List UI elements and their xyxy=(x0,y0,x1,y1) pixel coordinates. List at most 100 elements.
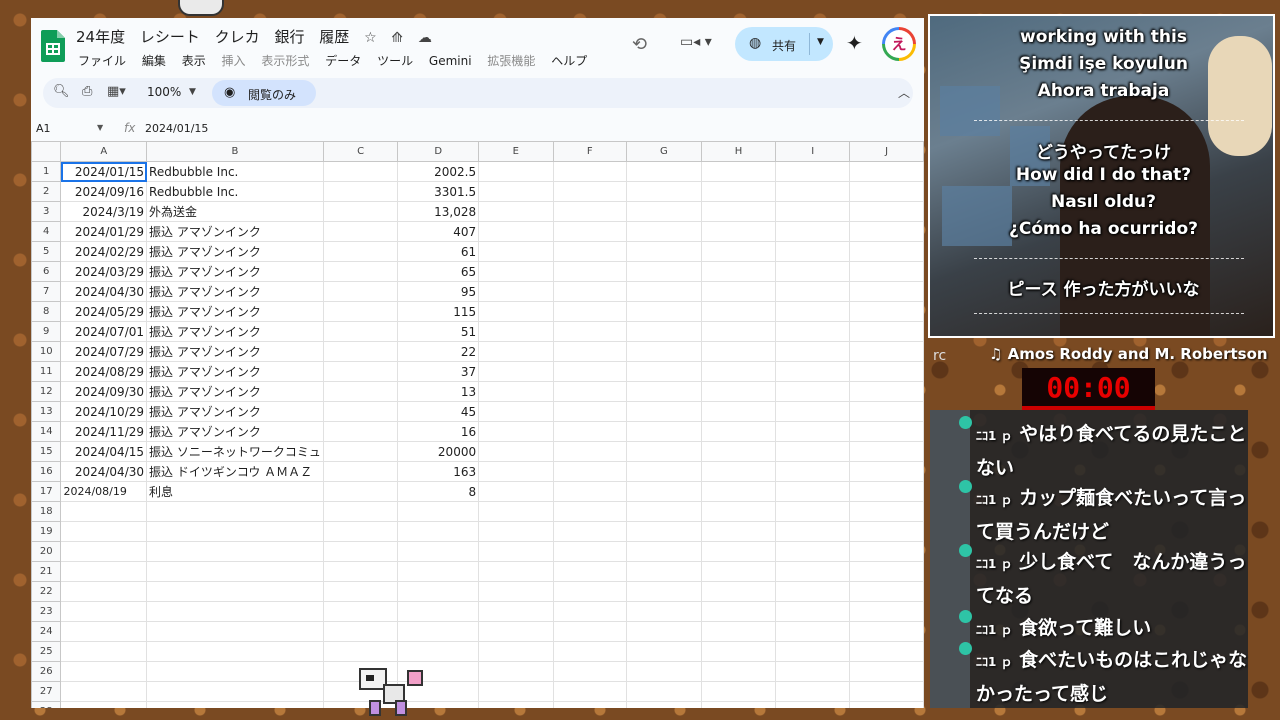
cell-empty[interactable] xyxy=(478,701,554,708)
cell-empty[interactable] xyxy=(552,501,628,522)
cell-empty[interactable] xyxy=(626,381,702,402)
cell-empty[interactable] xyxy=(700,241,777,262)
cell-empty[interactable] xyxy=(700,361,777,382)
row-header[interactable]: 3 xyxy=(31,201,62,222)
cell-empty[interactable] xyxy=(478,501,554,522)
column-header[interactable]: G xyxy=(626,141,702,162)
cell-d[interactable] xyxy=(397,641,480,662)
cell-c[interactable] xyxy=(322,181,399,202)
cell-d[interactable]: 37 xyxy=(397,361,480,382)
cell-empty[interactable] xyxy=(552,341,628,362)
cell-empty[interactable] xyxy=(700,261,777,282)
cell-a[interactable]: 2024/03/29 xyxy=(60,261,148,282)
cell-empty[interactable] xyxy=(849,701,924,708)
cell-a[interactable]: 2024/04/30 xyxy=(60,461,148,482)
cell-empty[interactable] xyxy=(552,161,628,182)
cell-c[interactable] xyxy=(322,241,399,262)
cell-empty[interactable] xyxy=(552,221,628,242)
cell-empty[interactable] xyxy=(478,281,554,302)
row-header[interactable]: 10 xyxy=(31,341,62,362)
title-tab-credit[interactable]: クレカ xyxy=(215,28,260,46)
cell-empty[interactable] xyxy=(700,221,777,242)
row-header[interactable]: 18 xyxy=(31,501,62,522)
menu-gemini[interactable]: Gemini xyxy=(429,54,472,68)
cell-b[interactable]: 振込 アマゾンインク xyxy=(146,261,324,282)
cell-d[interactable] xyxy=(397,561,480,582)
cell-empty[interactable] xyxy=(849,501,924,522)
cell-d[interactable]: 13 xyxy=(397,381,480,402)
cell-b[interactable]: 振込 アマゾンインク xyxy=(146,241,324,262)
cell-d[interactable] xyxy=(397,601,480,622)
cell-a[interactable]: 2024/10/29 xyxy=(60,401,148,422)
column-header[interactable]: A xyxy=(60,141,148,162)
cell-empty[interactable] xyxy=(849,261,924,282)
cell-empty[interactable] xyxy=(775,281,851,302)
cell-empty[interactable] xyxy=(626,701,702,708)
cell-a[interactable] xyxy=(60,501,148,522)
cell-empty[interactable] xyxy=(775,341,851,362)
cell-empty[interactable] xyxy=(700,301,777,322)
cell-empty[interactable] xyxy=(552,441,628,462)
cell-b[interactable]: 外為送金 xyxy=(146,201,324,222)
cell-empty[interactable] xyxy=(775,521,851,542)
sheets-logo-icon[interactable] xyxy=(41,30,65,62)
cell-empty[interactable] xyxy=(700,181,777,202)
cell-empty[interactable] xyxy=(700,541,777,562)
cell-empty[interactable] xyxy=(775,261,851,282)
cell-empty[interactable] xyxy=(849,421,924,442)
cell-empty[interactable] xyxy=(775,541,851,562)
cell-empty[interactable] xyxy=(700,401,777,422)
cell-empty[interactable] xyxy=(552,461,628,482)
row-header[interactable]: 23 xyxy=(31,601,62,622)
cell-empty[interactable] xyxy=(775,661,851,682)
cell-a[interactable]: 2024/07/29 xyxy=(60,341,148,362)
cell-empty[interactable] xyxy=(478,241,554,262)
cell-empty[interactable] xyxy=(775,621,851,642)
cell-empty[interactable] xyxy=(552,601,628,622)
cell-empty[interactable] xyxy=(849,401,924,422)
cell-c[interactable] xyxy=(322,641,399,662)
cell-empty[interactable] xyxy=(700,681,777,702)
cell-b[interactable] xyxy=(146,601,324,622)
cell-b[interactable] xyxy=(146,681,324,702)
cell-empty[interactable] xyxy=(775,161,851,182)
menu-format[interactable]: 表示形式 xyxy=(261,54,309,68)
cell-b[interactable] xyxy=(146,621,324,642)
cell-a[interactable]: 2024/04/30 xyxy=(60,281,148,302)
zoom-select[interactable]: 100% xyxy=(147,85,181,99)
cell-d[interactable]: 407 xyxy=(397,221,480,242)
cell-d[interactable]: 45 xyxy=(397,401,480,422)
cell-c[interactable] xyxy=(322,521,399,542)
cell-a[interactable]: 2024/3/19 xyxy=(60,201,148,222)
cell-empty[interactable] xyxy=(700,701,777,708)
cell-d[interactable]: 16 xyxy=(397,421,480,442)
cell-b[interactable]: 振込 アマゾンインク xyxy=(146,341,324,362)
cell-empty[interactable] xyxy=(626,181,702,202)
cell-empty[interactable] xyxy=(775,221,851,242)
row-header[interactable]: 19 xyxy=(31,521,62,542)
cell-empty[interactable] xyxy=(775,581,851,602)
cell-empty[interactable] xyxy=(700,641,777,662)
cell-empty[interactable] xyxy=(626,621,702,642)
row-header[interactable]: 15 xyxy=(31,441,62,462)
cell-b[interactable]: 振込 アマゾンインク xyxy=(146,361,324,382)
row-header[interactable]: 14 xyxy=(31,421,62,442)
cell-empty[interactable] xyxy=(775,321,851,342)
cell-empty[interactable] xyxy=(552,361,628,382)
cell-d[interactable]: 3301.5 xyxy=(397,181,480,202)
cell-empty[interactable] xyxy=(478,601,554,622)
cell-empty[interactable] xyxy=(478,441,554,462)
cell-b[interactable]: Redbubble Inc. xyxy=(146,161,324,182)
cell-empty[interactable] xyxy=(775,381,851,402)
row-header[interactable]: 21 xyxy=(31,561,62,582)
cell-c[interactable] xyxy=(322,501,399,522)
cell-c[interactable] xyxy=(322,281,399,302)
cell-empty[interactable] xyxy=(775,181,851,202)
cell-c[interactable] xyxy=(322,421,399,442)
cell-empty[interactable] xyxy=(478,681,554,702)
cell-empty[interactable] xyxy=(700,501,777,522)
cell-a[interactable]: 2024/11/29 xyxy=(60,421,148,442)
cell-empty[interactable] xyxy=(552,521,628,542)
cell-empty[interactable] xyxy=(552,421,628,442)
menu-view[interactable]: 表示 xyxy=(182,54,206,68)
